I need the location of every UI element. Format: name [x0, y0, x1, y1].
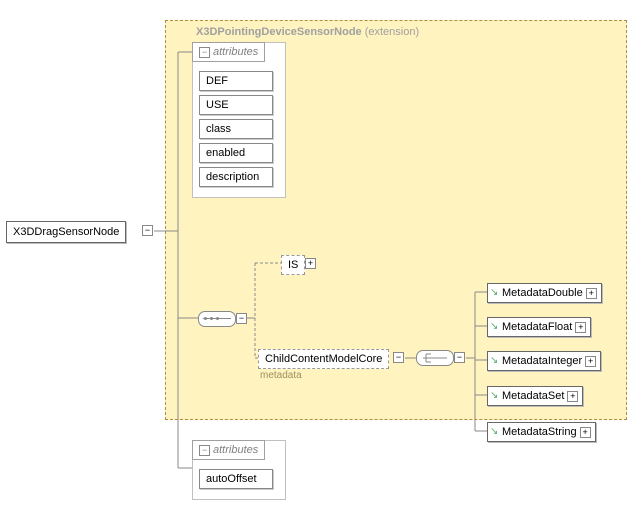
ref-icon: ↘ [490, 321, 498, 332]
expand-icon[interactable]: + [567, 391, 578, 402]
ref-icon: ↘ [490, 287, 498, 298]
metadata-double[interactable]: ↘MetadataDouble+ [487, 283, 602, 303]
container-title: X3DPointingDeviceSensorNode (extension) [196, 26, 419, 38]
metadata-string[interactable]: ↘MetadataString+ [487, 422, 596, 442]
collapse-icon: − [199, 47, 210, 58]
attr-enabled[interactable]: enabled [199, 143, 273, 163]
root-node[interactable]: X3DDragSensorNode [6, 221, 126, 243]
attributes-group-2: −attributes autoOffset [192, 440, 286, 500]
attr-description[interactable]: description [199, 167, 273, 187]
attr-autooffset[interactable]: autoOffset [199, 469, 273, 489]
attr-use[interactable]: USE [199, 95, 273, 115]
attr-def[interactable]: DEF [199, 71, 273, 91]
attr-class[interactable]: class [199, 119, 273, 139]
ref-icon: ↘ [490, 426, 498, 437]
ref-icon: ↘ [490, 390, 498, 401]
is-expand[interactable]: + [305, 258, 316, 269]
sequence-connector-1[interactable] [198, 311, 236, 327]
attributes-group-1: −attributes DEF USE class enabled descri… [192, 42, 286, 198]
ccm-expand[interactable]: − [393, 352, 404, 363]
ccm-sublabel: metadata [260, 370, 302, 381]
root-expand[interactable]: − [142, 225, 153, 236]
metadata-float[interactable]: ↘MetadataFloat+ [487, 317, 591, 337]
expand-icon[interactable]: + [575, 322, 586, 333]
expand-icon[interactable]: + [580, 427, 591, 438]
ref-icon: ↘ [490, 355, 498, 366]
metadata-set[interactable]: ↘MetadataSet+ [487, 386, 583, 406]
metadata-integer[interactable]: ↘MetadataInteger+ [487, 351, 601, 371]
expand-icon[interactable]: + [585, 356, 596, 367]
is-node[interactable]: IS [281, 255, 305, 275]
choice-expand[interactable]: − [454, 352, 465, 363]
seq-expand[interactable]: − [236, 313, 247, 324]
attr-group-header-2[interactable]: −attributes [192, 440, 265, 460]
collapse-icon: − [199, 445, 210, 456]
attr-group-header[interactable]: −attributes [192, 42, 265, 62]
choice-connector[interactable] [416, 350, 454, 366]
child-content-model-core[interactable]: ChildContentModelCore [258, 349, 389, 369]
expand-icon[interactable]: + [586, 288, 597, 299]
